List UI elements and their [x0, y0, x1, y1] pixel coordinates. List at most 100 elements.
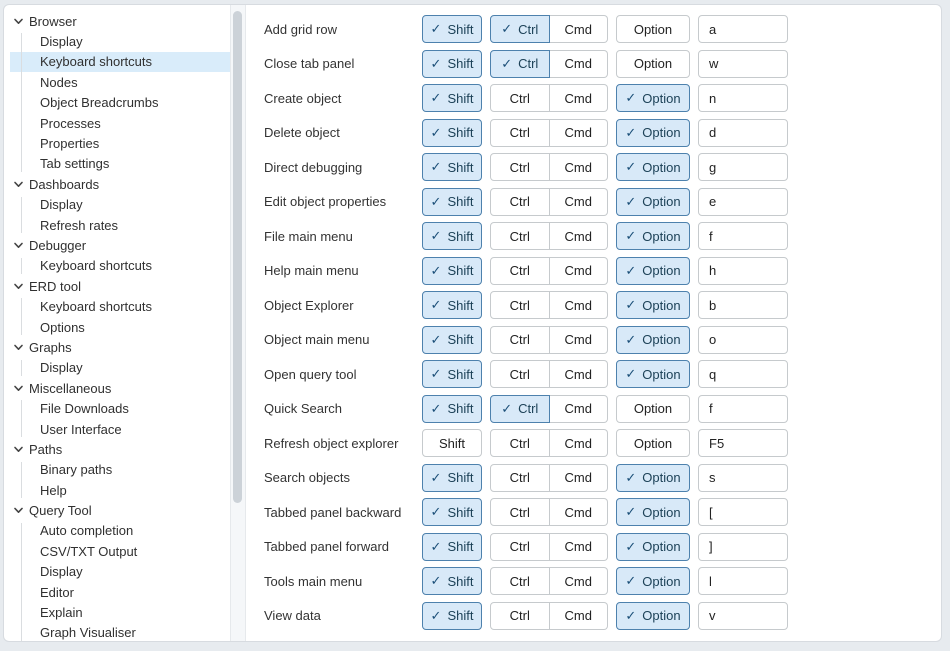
- ctrl-toggle[interactable]: ✓Ctrl: [490, 395, 550, 423]
- shift-toggle[interactable]: ✓Shift: [422, 291, 482, 319]
- key-input[interactable]: [698, 429, 788, 457]
- ctrl-toggle[interactable]: ✓Ctrl: [490, 50, 550, 78]
- ctrl-toggle[interactable]: Ctrl: [490, 429, 550, 457]
- option-toggle[interactable]: ✓Option: [616, 257, 690, 285]
- ctrl-toggle[interactable]: Ctrl: [490, 360, 550, 388]
- cmd-toggle[interactable]: Cmd: [550, 498, 609, 526]
- ctrl-toggle[interactable]: Ctrl: [490, 464, 550, 492]
- tree-item-erd-tool[interactable]: ERD tool: [10, 276, 230, 296]
- tree-item-erd-tool-keyboard-shortcuts[interactable]: Keyboard shortcuts: [10, 296, 230, 316]
- key-input[interactable]: [698, 257, 788, 285]
- tree-item-erd-tool-options[interactable]: Options: [10, 317, 230, 337]
- tree-item-paths-binary-paths[interactable]: Binary paths: [10, 460, 230, 480]
- key-input[interactable]: [698, 50, 788, 78]
- cmd-toggle[interactable]: Cmd: [550, 188, 609, 216]
- key-input[interactable]: [698, 567, 788, 595]
- cmd-toggle[interactable]: Cmd: [550, 567, 609, 595]
- tree-item-browser[interactable]: Browser: [10, 11, 230, 31]
- option-toggle[interactable]: ✓Option: [616, 222, 690, 250]
- cmd-toggle[interactable]: Cmd: [550, 395, 609, 423]
- option-toggle[interactable]: Option: [616, 15, 690, 43]
- key-input[interactable]: [698, 498, 788, 526]
- option-toggle[interactable]: Option: [616, 50, 690, 78]
- option-toggle[interactable]: ✓Option: [616, 498, 690, 526]
- cmd-toggle[interactable]: Cmd: [550, 533, 609, 561]
- cmd-toggle[interactable]: Cmd: [550, 119, 609, 147]
- tree-item-dashboards-display[interactable]: Display: [10, 195, 230, 215]
- tree-item-paths[interactable]: Paths: [10, 439, 230, 459]
- option-toggle[interactable]: ✓Option: [616, 602, 690, 630]
- shift-toggle[interactable]: ✓Shift: [422, 360, 482, 388]
- cmd-toggle[interactable]: Cmd: [550, 429, 609, 457]
- option-toggle[interactable]: ✓Option: [616, 326, 690, 354]
- shift-toggle[interactable]: ✓Shift: [422, 188, 482, 216]
- tree-item-browser-tab-settings[interactable]: Tab settings: [10, 154, 230, 174]
- key-input[interactable]: [698, 188, 788, 216]
- cmd-toggle[interactable]: Cmd: [550, 464, 609, 492]
- shift-toggle[interactable]: ✓Shift: [422, 84, 482, 112]
- shift-toggle[interactable]: ✓Shift: [422, 153, 482, 181]
- tree-item-browser-display[interactable]: Display: [10, 31, 230, 51]
- tree-item-query-tool-explain[interactable]: Explain: [10, 602, 230, 622]
- key-input[interactable]: [698, 360, 788, 388]
- option-toggle[interactable]: ✓Option: [616, 567, 690, 595]
- tree-item-debugger[interactable]: Debugger: [10, 235, 230, 255]
- shift-toggle[interactable]: ✓Shift: [422, 50, 482, 78]
- ctrl-toggle[interactable]: Ctrl: [490, 533, 550, 561]
- shift-toggle[interactable]: ✓Shift: [422, 326, 482, 354]
- tree-item-browser-processes[interactable]: Processes: [10, 113, 230, 133]
- key-input[interactable]: [698, 395, 788, 423]
- option-toggle[interactable]: Option: [616, 429, 690, 457]
- shift-toggle[interactable]: ✓Shift: [422, 602, 482, 630]
- shift-toggle[interactable]: ✓Shift: [422, 464, 482, 492]
- shift-toggle[interactable]: ✓Shift: [422, 257, 482, 285]
- ctrl-toggle[interactable]: Ctrl: [490, 291, 550, 319]
- cmd-toggle[interactable]: Cmd: [550, 360, 609, 388]
- tree-item-browser-nodes[interactable]: Nodes: [10, 72, 230, 92]
- option-toggle[interactable]: ✓Option: [616, 153, 690, 181]
- key-input[interactable]: [698, 326, 788, 354]
- shift-toggle[interactable]: ✓Shift: [422, 533, 482, 561]
- key-input[interactable]: [698, 602, 788, 630]
- ctrl-toggle[interactable]: Ctrl: [490, 498, 550, 526]
- option-toggle[interactable]: ✓Option: [616, 291, 690, 319]
- cmd-toggle[interactable]: Cmd: [550, 15, 609, 43]
- ctrl-toggle[interactable]: Ctrl: [490, 567, 550, 595]
- tree-item-browser-properties[interactable]: Properties: [10, 133, 230, 153]
- key-input[interactable]: [698, 153, 788, 181]
- ctrl-toggle[interactable]: Ctrl: [490, 84, 550, 112]
- ctrl-toggle[interactable]: Ctrl: [490, 326, 550, 354]
- cmd-toggle[interactable]: Cmd: [550, 84, 609, 112]
- option-toggle[interactable]: ✓Option: [616, 464, 690, 492]
- shift-toggle[interactable]: ✓Shift: [422, 119, 482, 147]
- shift-toggle[interactable]: Shift: [422, 429, 482, 457]
- sidebar-scrollbar-thumb[interactable]: [233, 11, 242, 503]
- ctrl-toggle[interactable]: ✓Ctrl: [490, 15, 550, 43]
- tree-item-browser-object-breadcrumbs[interactable]: Object Breadcrumbs: [10, 93, 230, 113]
- ctrl-toggle[interactable]: Ctrl: [490, 222, 550, 250]
- tree-item-query-tool-auto-completion[interactable]: Auto completion: [10, 521, 230, 541]
- key-input[interactable]: [698, 464, 788, 492]
- shift-toggle[interactable]: ✓Shift: [422, 395, 482, 423]
- tree-item-graphs[interactable]: Graphs: [10, 337, 230, 357]
- option-toggle[interactable]: ✓Option: [616, 119, 690, 147]
- ctrl-toggle[interactable]: Ctrl: [490, 119, 550, 147]
- key-input[interactable]: [698, 222, 788, 250]
- tree-item-miscellaneous[interactable]: Miscellaneous: [10, 378, 230, 398]
- option-toggle[interactable]: ✓Option: [616, 533, 690, 561]
- shift-toggle[interactable]: ✓Shift: [422, 222, 482, 250]
- key-input[interactable]: [698, 533, 788, 561]
- key-input[interactable]: [698, 291, 788, 319]
- option-toggle[interactable]: ✓Option: [616, 188, 690, 216]
- tree-item-query-tool-editor[interactable]: Editor: [10, 582, 230, 602]
- option-toggle[interactable]: ✓Option: [616, 360, 690, 388]
- tree-item-debugger-keyboard-shortcuts[interactable]: Keyboard shortcuts: [10, 256, 230, 276]
- shift-toggle[interactable]: ✓Shift: [422, 15, 482, 43]
- option-toggle[interactable]: ✓Option: [616, 84, 690, 112]
- ctrl-toggle[interactable]: Ctrl: [490, 602, 550, 630]
- tree-item-query-tool-csv-txt-output[interactable]: CSV/TXT Output: [10, 541, 230, 561]
- tree-item-paths-help[interactable]: Help: [10, 480, 230, 500]
- ctrl-toggle[interactable]: Ctrl: [490, 153, 550, 181]
- tree-item-miscellaneous-file-downloads[interactable]: File Downloads: [10, 398, 230, 418]
- cmd-toggle[interactable]: Cmd: [550, 222, 609, 250]
